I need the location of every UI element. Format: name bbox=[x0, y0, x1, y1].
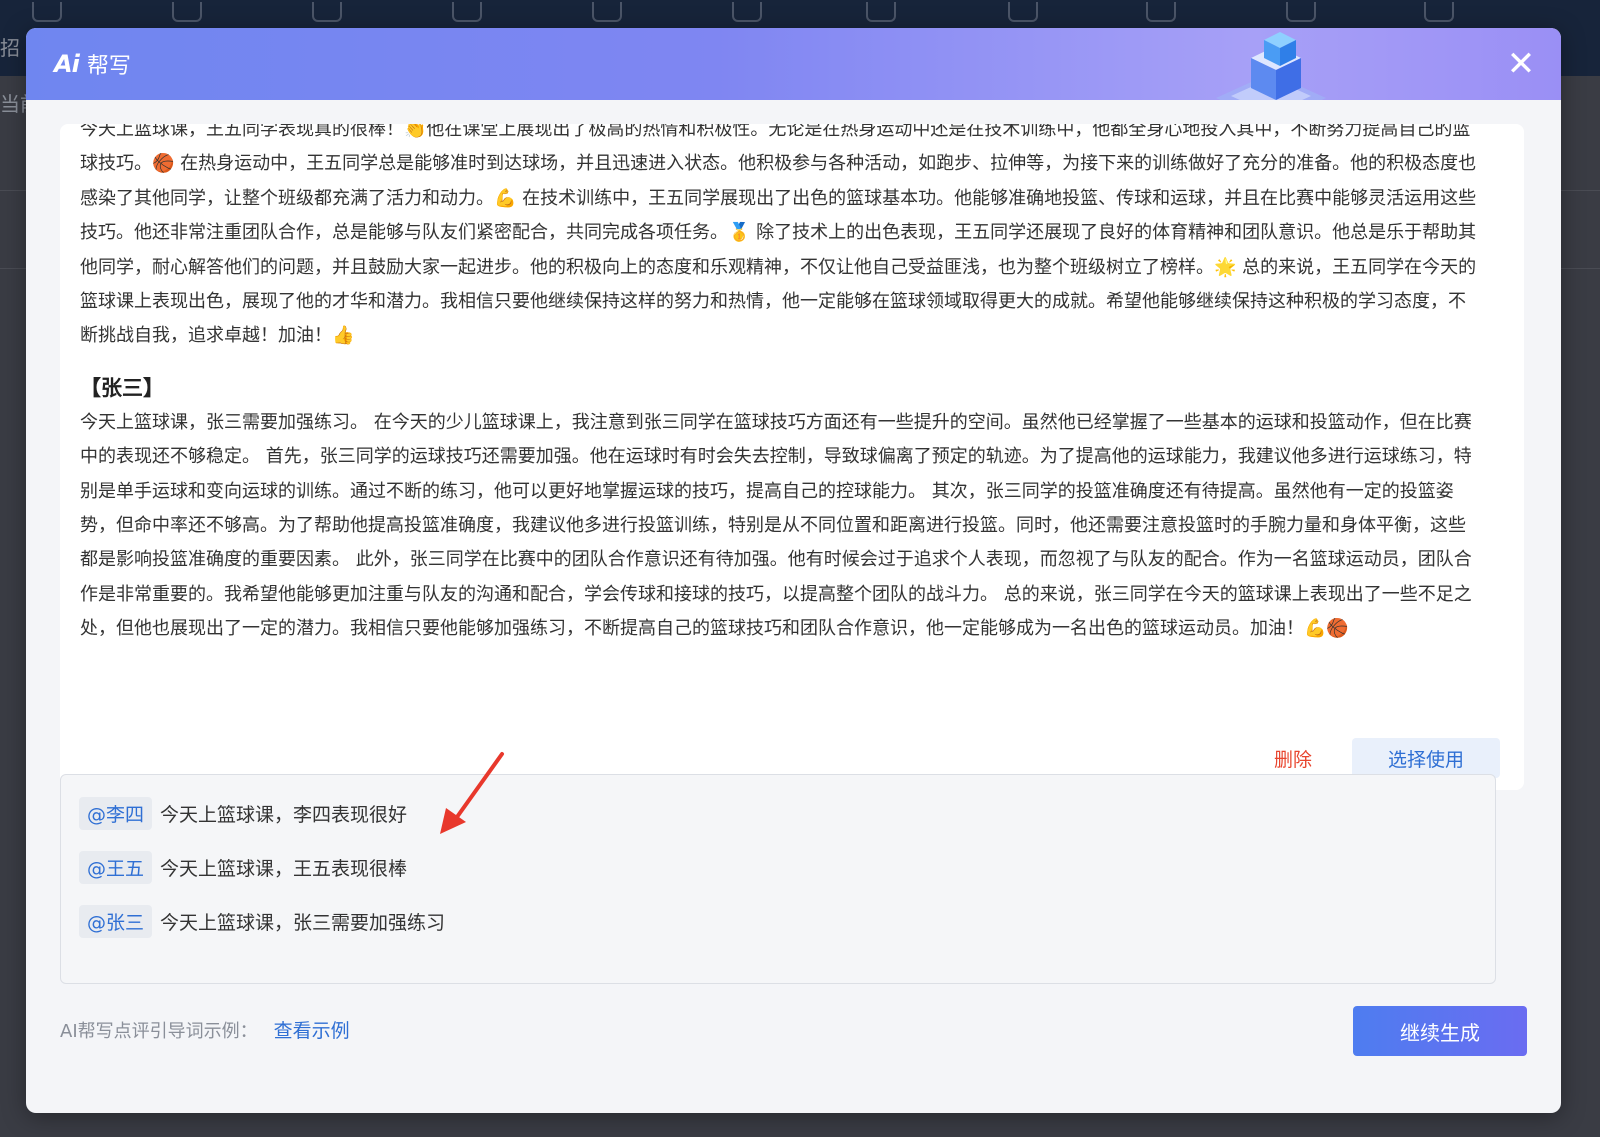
card-actions: 删除 选择使用 bbox=[1274, 738, 1500, 778]
prompt-text: 今天上篮球课，李四表现很好 bbox=[160, 804, 408, 826]
modal-title: Ai 帮写 bbox=[54, 48, 131, 80]
mention-tag[interactable]: @张三 bbox=[79, 905, 153, 938]
user-icon bbox=[452, 2, 482, 22]
bg-side-label-1: 招 bbox=[0, 36, 20, 60]
prompt-text: 今天上篮球课，王五表现很棒 bbox=[160, 858, 408, 880]
add-user-icon bbox=[32, 2, 62, 22]
prompt-line: @王五 今天上篮球课，王五表现很棒 bbox=[79, 851, 407, 884]
export-icon bbox=[592, 2, 622, 22]
continue-generate-button[interactable]: 继续生成 bbox=[1353, 1006, 1527, 1056]
annotation-arrow-icon bbox=[440, 752, 504, 834]
ai-logo: Ai bbox=[54, 50, 80, 78]
student-heading: 【张三】 bbox=[80, 375, 164, 400]
smile-icon bbox=[866, 2, 896, 22]
result-card: 今天上篮球课，王五同学表现真的很棒！👏他在课堂上展现出了极高的热情和积极性。无论… bbox=[60, 124, 1524, 790]
mention-tag[interactable]: @王五 bbox=[79, 851, 153, 884]
prompt-line: @张三 今天上篮球课，张三需要加强练习 bbox=[79, 905, 445, 938]
settings-icon bbox=[1146, 2, 1176, 22]
result-body: 今天上篮球课，王五同学表现真的很棒！👏他在课堂上展现出了极高的热情和积极性。无论… bbox=[80, 124, 1480, 647]
comment-paragraph-zhangsan: 今天上篮球课，张三需要加强练习。 在今天的少儿篮球课上，我注意到张三同学在篮球技… bbox=[80, 411, 1472, 640]
prompt-text: 今天上篮球课，张三需要加强练习 bbox=[160, 912, 446, 934]
prompt-input-area[interactable]: @李四 今天上篮球课，李四表现很好 @王五 今天上篮球课，王五表现很棒 @张三 … bbox=[60, 774, 1496, 984]
cube-decoration-icon bbox=[1216, 32, 1326, 100]
mention-tag[interactable]: @李四 bbox=[79, 797, 153, 830]
close-button[interactable]: ✕ bbox=[1503, 46, 1539, 82]
modal-title-text: 帮写 bbox=[86, 54, 131, 79]
document-icon bbox=[312, 2, 342, 22]
delete-button[interactable]: 删除 bbox=[1274, 745, 1312, 772]
view-example-link[interactable]: 查看示例 bbox=[274, 1016, 350, 1043]
prompt-line: @李四 今天上篮球课，李四表现很好 bbox=[79, 797, 407, 830]
ai-write-modal: Ai 帮写 ✕ 今天上篮球课，王五同学表现真的很棒！👏他在课堂上展现出了极高的热… bbox=[26, 28, 1561, 1113]
hint-label: AI帮写点评引导词示例： bbox=[60, 1020, 258, 1042]
comment-paragraph-wangwu: 今天上篮球课，王五同学表现真的很棒！👏他在课堂上展现出了极高的热情和积极性。无论… bbox=[80, 124, 1477, 347]
edit-icon bbox=[1424, 2, 1454, 22]
modal-header: Ai 帮写 ✕ bbox=[26, 28, 1561, 100]
monitor-icon bbox=[172, 2, 202, 22]
select-use-button[interactable]: 选择使用 bbox=[1352, 738, 1500, 778]
footer-hint: AI帮写点评引导词示例： 查看示例 bbox=[60, 1016, 350, 1043]
chart-icon bbox=[1008, 2, 1038, 22]
apps-icon bbox=[1286, 2, 1316, 22]
finance-icon bbox=[732, 2, 762, 22]
